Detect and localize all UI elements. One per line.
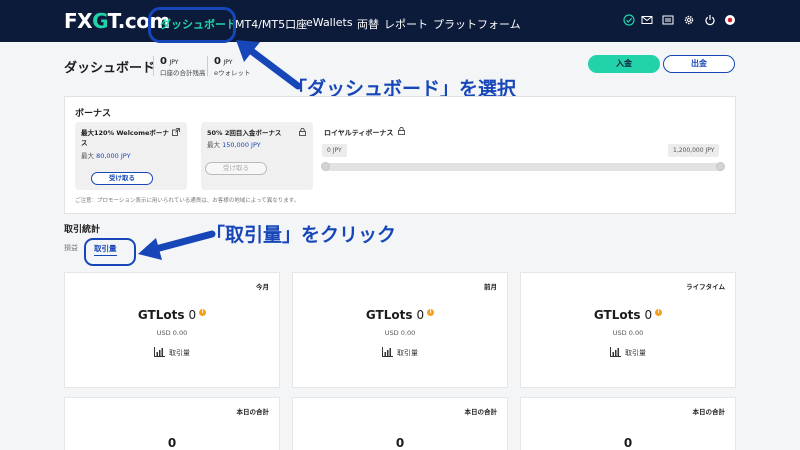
today-total-value: 0 (167, 436, 177, 450)
ewallet-value: 0 JPY (214, 56, 233, 67)
claim-second-bonus-button[interactable]: 受け取る (205, 162, 267, 175)
period-label: 本日の合計 (236, 408, 270, 416)
divider (207, 56, 208, 76)
volume-link[interactable]: 取引量 (293, 347, 507, 359)
nav-platform[interactable]: プラットフォーム (433, 16, 521, 32)
today-total-card: 本日の合計 0 (520, 397, 736, 450)
nav-exchange[interactable]: 両替 (357, 16, 379, 32)
external-link-icon[interactable] (172, 128, 180, 138)
bonus-card-title: 50% 2回目入金ボーナス (207, 129, 282, 137)
dashboard-highlight-circle (148, 7, 236, 43)
id-card-icon[interactable] (661, 13, 675, 27)
claim-welcome-bonus-button[interactable]: 受け取る (91, 172, 153, 185)
mail-icon[interactable] (640, 13, 654, 27)
lock-icon (398, 126, 405, 137)
bonus-title: ボーナス (75, 109, 112, 119)
period-label: 本日の合計 (692, 408, 726, 416)
tab-profit-loss[interactable]: 損益 (64, 243, 78, 253)
tab-volume[interactable]: 取引量 (94, 243, 117, 256)
page-title: ダッシュボード (64, 61, 156, 76)
bar-chart-icon (154, 347, 165, 359)
stat-card-last-month: 前月 GTLots 0 i USD 0.00 取引量 (292, 272, 508, 388)
nav-reports[interactable]: レポート (384, 16, 428, 32)
withdraw-button[interactable]: 出金 (663, 55, 735, 73)
nav-ewallets[interactable]: eWallets (306, 16, 353, 29)
bonus-card-welcome: 最大120% Welcomeボーナス 最大 80,000 JPY 受け取る (75, 122, 187, 190)
royalty-bonus-title: ロイヤルティボーナス (324, 129, 394, 137)
info-icon[interactable]: i (655, 309, 663, 316)
progress-end-knob (716, 162, 725, 171)
today-total-value: 0 (395, 436, 405, 450)
check-circle-icon[interactable] (622, 13, 636, 27)
period-label: 前月 (484, 283, 497, 291)
bonus-card-second-deposit: 50% 2回目入金ボーナス 最大 150,000 JPY 受け取る (201, 122, 313, 190)
today-total-value: 0 (623, 436, 633, 450)
currency-note: ご注意：プロモーション表示に用いられている通貨は、お客様の地域によって異なります… (75, 198, 300, 204)
gear-icon[interactable] (682, 13, 696, 27)
trading-stats-title: 取引統計 (64, 225, 101, 235)
bonus-card-amount: 最大 80,000 JPY (81, 152, 131, 160)
lock-icon (299, 127, 306, 138)
divider (153, 56, 154, 76)
bar-chart-icon (610, 347, 621, 359)
volume-link[interactable]: 取引量 (65, 347, 279, 359)
usd-value: USD 0.00 (156, 329, 188, 337)
bar-chart-icon (382, 347, 393, 359)
japan-flag-icon[interactable] (723, 13, 737, 27)
progress-start-knob (321, 162, 330, 171)
info-icon[interactable]: i (427, 309, 435, 316)
balance-value: 0 JPY (160, 56, 179, 67)
bonus-card-amount: 最大 150,000 JPY (207, 141, 261, 149)
bonus-panel: ボーナス 最大120% Welcomeボーナス 最大 80,000 JPY 受け… (64, 96, 736, 214)
today-total-card: 本日の合計 0 (292, 397, 508, 450)
period-label: ライフタイム (686, 283, 725, 291)
power-icon[interactable] (703, 13, 717, 27)
bonus-card-title: 最大120% Welcomeボーナス (81, 129, 169, 147)
gtlots-value: GTLots 0 i (65, 308, 279, 322)
period-label: 本日の合計 (464, 408, 498, 416)
gtlots-value: GTLots 0 i (293, 308, 507, 322)
period-label: 今月 (256, 283, 269, 291)
usd-value: USD 0.00 (384, 329, 416, 337)
info-icon[interactable]: i (199, 309, 207, 316)
royalty-progress-bar (321, 162, 725, 171)
top-navigation-bar: FXGT.com ダッシュボード MT4/MT5口座 eWallets 両替 レ… (0, 0, 800, 43)
gtlots-value: GTLots 0 i (521, 308, 735, 322)
stat-card-lifetime: ライフタイム GTLots 0 i USD 0.00 取引量 (520, 272, 736, 388)
nav-mt4-mt5-accounts[interactable]: MT4/MT5口座 (235, 16, 307, 32)
stat-card-this-month: 今月 GTLots 0 i USD 0.00 取引量 (64, 272, 280, 388)
volume-link[interactable]: 取引量 (521, 347, 735, 359)
royalty-min-label: 0 JPY (322, 144, 347, 157)
annotation-click-volume: 「取引量」をクリック (206, 224, 397, 246)
today-total-card: 本日の合計 0 (64, 397, 280, 450)
deposit-button[interactable]: 入金 (588, 55, 660, 73)
usd-value: USD 0.00 (612, 329, 644, 337)
balance-label: 口座の合計残高 (160, 69, 206, 77)
royalty-max-label: 1,200,000 JPY (668, 144, 720, 157)
